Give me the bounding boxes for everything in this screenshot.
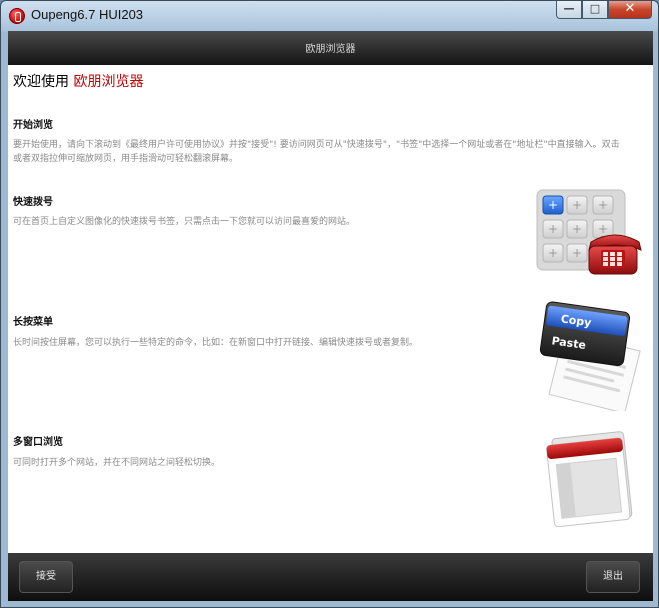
close-icon: ✕ xyxy=(624,1,636,16)
maximize-button[interactable]: □ xyxy=(582,1,608,19)
minimize-button[interactable]: — xyxy=(556,1,582,19)
top-bar-title: 欧朋浏览器 xyxy=(305,44,356,55)
bottom-bar: 接受 退出 xyxy=(8,553,653,601)
svg-text:+: + xyxy=(572,246,582,260)
svg-text:+: + xyxy=(548,198,558,212)
browser-content: 欧朋浏览器 欢迎使用 欧朋浏览器 开始浏览 要开始使用，请向下滚动到《最终用户许… xyxy=(8,31,653,601)
minimize-icon: — xyxy=(563,2,575,15)
section-desc-start-browsing: 要开始使用，请向下滚动到《最终用户许可使用协议》并按"接受"! 要访问网页可从"… xyxy=(13,140,620,164)
exit-button[interactable]: 退出 xyxy=(586,561,640,593)
section-title-long-press: 长按菜单 xyxy=(13,317,53,328)
welcome-brand: 欧朋浏览器 xyxy=(73,74,144,90)
multi-window-illustration-icon xyxy=(546,431,633,527)
speed-dial-illustration-icon: + + + + + + + + xyxy=(536,189,642,275)
svg-text:+: + xyxy=(598,198,608,212)
svg-text:+: + xyxy=(598,222,608,236)
section-desc-long-press: 长时间按住屏幕，您可以执行一些特定的命令，比如：在新窗口中打开链接、编辑快速拨号… xyxy=(13,338,419,348)
section-desc-speed-dial: 可在首页上自定义图像化的快速拨号书签，只需点击一下您就可以访问最喜爱的网站。 xyxy=(13,217,356,227)
section-title-multi-window: 多窗口浏览 xyxy=(13,437,63,448)
window-controls: — □ ✕ xyxy=(556,1,652,21)
welcome-prefix: 欢迎使用 xyxy=(13,74,69,90)
svg-text:+: + xyxy=(572,198,582,212)
svg-text:+: + xyxy=(572,222,582,236)
top-bar: 欧朋浏览器 xyxy=(8,31,653,65)
svg-text:+: + xyxy=(548,222,558,236)
oupeng-app-icon xyxy=(9,8,25,24)
context-menu-illustration-icon: Copy Paste xyxy=(539,301,641,411)
close-button[interactable]: ✕ xyxy=(608,1,652,19)
svg-text:+: + xyxy=(548,246,558,260)
accept-button[interactable]: 接受 xyxy=(19,561,73,593)
section-title-start-browsing: 开始浏览 xyxy=(13,120,53,131)
section-desc-multi-window: 可同时打开多个网站，并在不同网站之间轻松切换。 xyxy=(13,458,221,468)
section-title-speed-dial: 快速拨号 xyxy=(13,197,53,208)
welcome-heading: 欢迎使用 欧朋浏览器 xyxy=(13,71,143,91)
maximize-icon: □ xyxy=(589,2,601,15)
title-bar[interactable]: Oupeng6.7 HUI203 — □ ✕ xyxy=(1,1,658,30)
window-title: Oupeng6.7 HUI203 xyxy=(31,7,144,22)
app-window: Oupeng6.7 HUI203 — □ ✕ 欧朋浏览器 欢迎使用 欧朋浏览器 … xyxy=(0,0,659,608)
